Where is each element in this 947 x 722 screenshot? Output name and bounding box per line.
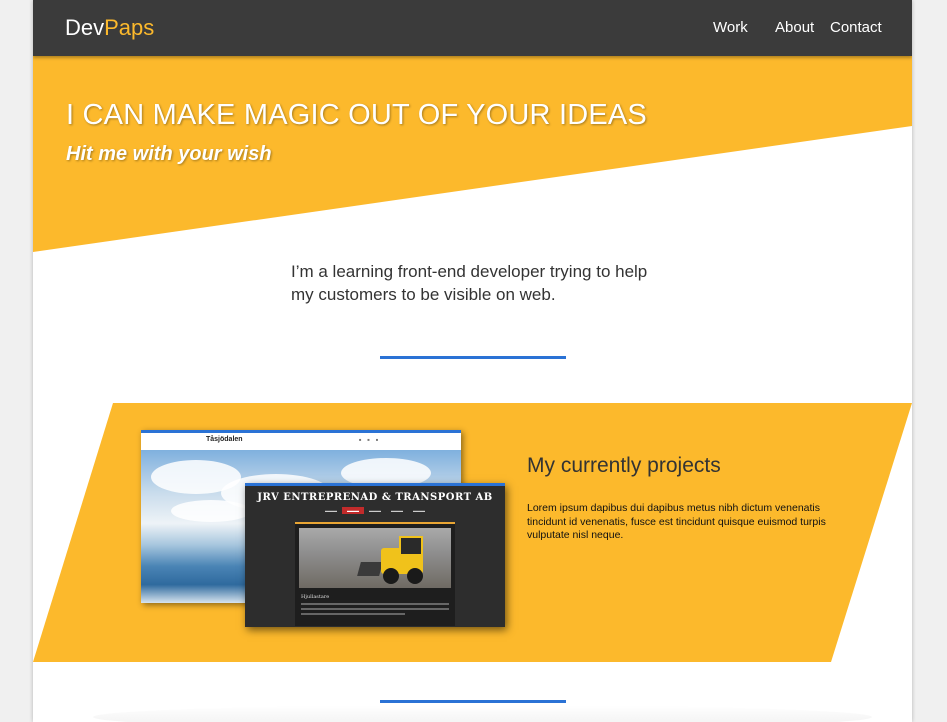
project-screenshot-jrv[interactable]: JRV ENTREPRENAD & TRANSPORT AB ▬▬▬ ▬▬▬ ▬▬▬… bbox=[245, 483, 505, 627]
loader-bucket-shape bbox=[357, 562, 383, 576]
hero-title: I CAN MAKE MAGIC OUT OF YOUR IDEAS bbox=[66, 99, 647, 131]
screenshot-brand: JRV ENTREPRENAD & TRANSPORT AB bbox=[257, 492, 493, 503]
logo-text-dev: Dev bbox=[65, 15, 105, 40]
screenshot-text-lines bbox=[301, 603, 449, 618]
nav-link-about[interactable]: About bbox=[775, 19, 814, 36]
projects-description: Lorem ipsum dapibus dui dapibus metus ni… bbox=[527, 502, 826, 541]
screenshot-content-frame: Hjullastare bbox=[295, 522, 455, 626]
screenshot-site-title: Tåsjödalen bbox=[206, 436, 243, 443]
screenshot-header: Tåsjödalen ■■■ bbox=[141, 433, 461, 448]
nav-link-contact[interactable]: Contact bbox=[830, 19, 882, 36]
site-logo[interactable]: DevPaps bbox=[65, 15, 154, 41]
cloud-shape bbox=[171, 500, 251, 522]
screenshot-caption: Hjullastare bbox=[301, 594, 330, 600]
bottom-shadow bbox=[93, 705, 872, 722]
intro-text: I’m a learning front-end developer tryin… bbox=[291, 262, 648, 304]
loader-cab-shape bbox=[399, 536, 423, 556]
loader-wheel-shape bbox=[407, 568, 423, 584]
screenshot-menu: ▬▬▬ ▬▬▬ ▬▬▬ ▬▬▬ ▬▬▬ bbox=[325, 507, 425, 514]
hero-subtitle: Hit me with your wish bbox=[66, 143, 272, 165]
logo-text-paps: Paps bbox=[104, 15, 155, 40]
screenshot-nav-links: ■■■ bbox=[359, 437, 385, 442]
page-container: DevPaps Work About Contact I CAN MAKE MA… bbox=[33, 0, 912, 722]
section-divider bbox=[380, 356, 566, 359]
wheel-loader-photo bbox=[299, 528, 451, 588]
nav-link-work[interactable]: Work bbox=[713, 19, 748, 36]
loader-wheel-shape bbox=[383, 568, 399, 584]
projects-title: My currently projects bbox=[527, 454, 721, 477]
top-navbar: DevPaps Work About Contact bbox=[33, 0, 912, 56]
section-divider bbox=[380, 700, 566, 703]
